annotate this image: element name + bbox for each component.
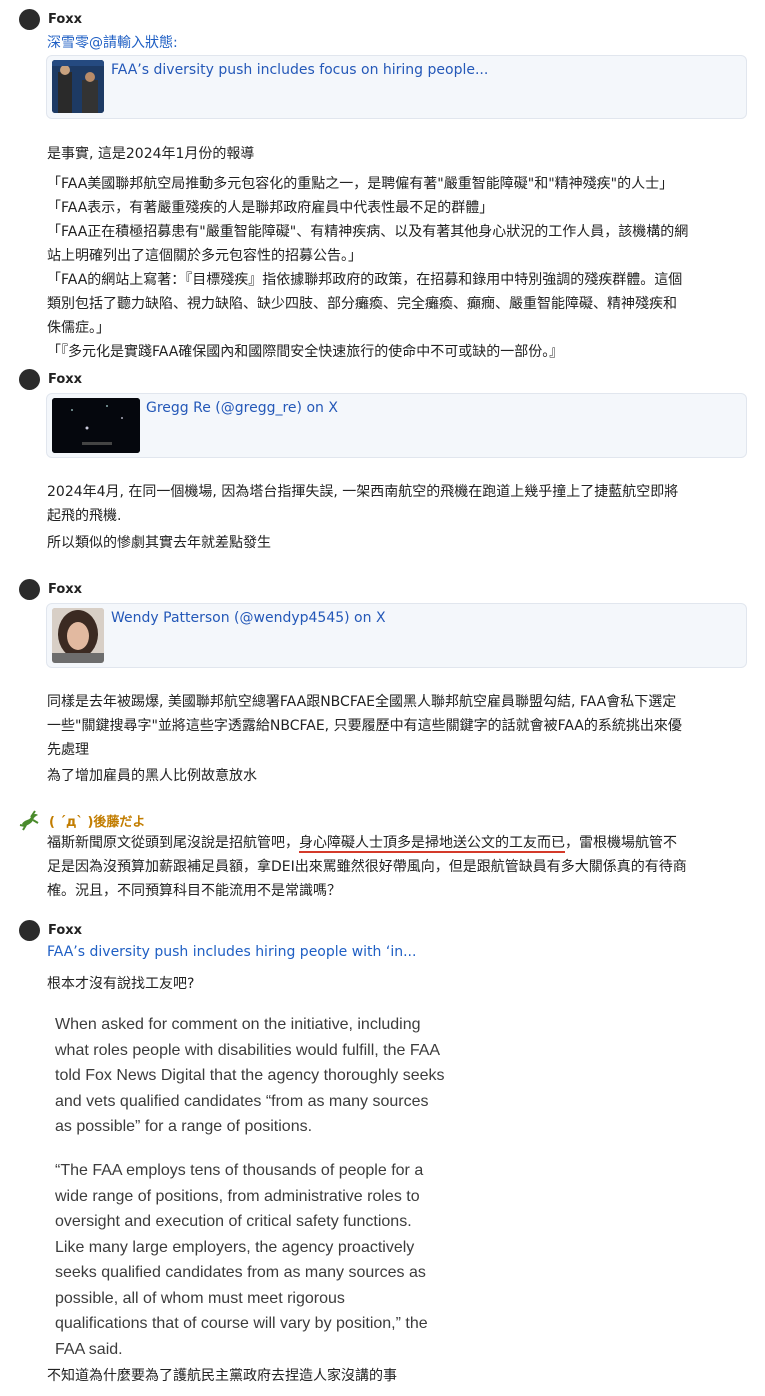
post-body-line: 不知道為什麼要為了護航民主黨政府去捏造人家沒講的事 xyxy=(47,1364,747,1388)
link-preview-card[interactable]: Gregg Re (@gregg_re) on X xyxy=(46,393,747,458)
text-line: 侏儒症。」 xyxy=(47,320,110,336)
text-line: 一些"關鍵搜尋字"並將這些字透露給NBCFAE, 只要履歷中有這些關鍵字的話就會… xyxy=(47,718,682,734)
author-name[interactable]: Foxx xyxy=(48,582,82,597)
post-header: Foxx xyxy=(19,368,82,390)
text-line: 「FAA的網站上寫著：『目標殘疾』指依據聯邦政府的政策，在招募和錄用中特別強調的… xyxy=(47,272,683,288)
highlighted-text: 身心障礙人士頂多是掃地送公文的工友而已 xyxy=(299,835,565,853)
text-segment: 福斯新聞原文從頭到尾沒說是招航管吧， xyxy=(47,835,299,851)
text-line: 2024年4月, 在同一個機場, 因為塔台指揮失誤, 一架西南航空的飛機在跑道上… xyxy=(47,484,679,500)
excerpt-line: “The FAA employs tens of thousands of pe… xyxy=(55,1162,424,1179)
text-line: 榷。況且，不同預算科目不能流用不是常識嗎？ xyxy=(47,883,341,899)
text-line: 類別包括了聽力缺陷、視力缺陷、缺少四肢、部分癱瘓、完全癱瘓、癲癇、嚴重智能障礙、… xyxy=(47,296,677,312)
text-line: 福斯新聞原文從頭到尾沒說是招航管吧，身心障礙人士頂多是掃地送公文的工友而已，雷根… xyxy=(47,831,747,855)
post-header: ( ´д` )後藤だよ xyxy=(19,809,145,831)
text-line: 起飛的飛機. xyxy=(47,508,122,524)
excerpt-line: wide range of positions, from administra… xyxy=(55,1187,420,1205)
text-line: 同樣是去年被踢爆, 美國聯邦航空總署FAA跟NBCFAE全國黑人聯邦航空雇員聯盟… xyxy=(47,694,677,710)
thumbnail-image xyxy=(52,60,104,113)
author-name[interactable]: ( ´д` )後藤だよ xyxy=(49,811,145,830)
quoted-excerpt-image: “The FAA employs tens of thousands of pe… xyxy=(55,1158,485,1362)
excerpt-line: FAA said. xyxy=(55,1340,123,1358)
text-line: 「FAA正在積極招募患有"嚴重智能障礙"、有精神疾病、以及有著其他身心狀況的工作… xyxy=(47,224,689,240)
lizard-avatar-icon[interactable] xyxy=(19,809,41,831)
text-line: 「『多元化是實踐FAA確保國內和國際間安全快速旅行的使命中不可或缺的一部份。』 xyxy=(47,344,564,360)
text-line: 是事實, 這是2024年1月份的報導 xyxy=(47,146,255,162)
post-body: 同樣是去年被踢爆, 美國聯邦航空總署FAA跟NBCFAE全國黑人聯邦航空雇員聯盟… xyxy=(47,690,747,762)
excerpt-line: seeks qualified candidates from as many … xyxy=(55,1264,426,1281)
text-line: 「FAA表示，有著嚴重殘疾的人是聯邦政府雇員中代表性最不足的群體」 xyxy=(47,200,494,216)
article-link[interactable]: FAA’s diversity push includes hiring peo… xyxy=(47,944,416,960)
post-body-line: 所以類似的慘劇其實去年就差點發生 xyxy=(47,531,747,555)
card-title[interactable]: Wendy Patterson (@wendyp4545) on X xyxy=(111,610,386,626)
link-preview-card[interactable]: Wendy Patterson (@wendyp4545) on X xyxy=(46,603,747,668)
text-line: 先處理 xyxy=(47,742,89,758)
text-line: 站上明確列出了這個關於多元包容性的招募公告。」 xyxy=(47,248,362,264)
card-title[interactable]: Gregg Re (@gregg_re) on X xyxy=(146,400,338,416)
quote-reference-link[interactable]: 深雪零@請輸入狀態: xyxy=(47,32,178,52)
quoted-report: 「FAA美國聯邦航空局推動多元包容化的重點之一，是聘僱有著"嚴重智能障礙"和"精… xyxy=(47,172,747,364)
post-body-line: 根本才沒有說找工友吧? xyxy=(47,972,747,996)
text-line: 為了增加雇員的黑人比例故意放水 xyxy=(47,768,257,784)
text-line: 足是因為沒預算加薪跟補足員額，拿DEI出來罵雖然很好帶風向，但是跟航管缺員有多大… xyxy=(47,859,687,875)
excerpt-line: Like many large employers, the agency pr… xyxy=(55,1238,415,1256)
avatar[interactable] xyxy=(19,8,40,30)
author-name[interactable]: Foxx xyxy=(48,372,82,387)
author-name[interactable]: Foxx xyxy=(48,923,82,938)
post-body-line: 為了增加雇員的黑人比例故意放水 xyxy=(47,764,747,788)
video-thumbnail xyxy=(52,398,140,453)
quoted-excerpt-image: When asked for comment on the initiative… xyxy=(55,1012,485,1140)
post-header: Foxx xyxy=(19,8,82,30)
excerpt-line: as possible” for a range of positions. xyxy=(55,1118,313,1135)
avatar[interactable] xyxy=(19,368,40,390)
excerpt-line: qualifications that of course will vary … xyxy=(55,1315,428,1332)
author-name[interactable]: Foxx xyxy=(48,12,82,27)
text-segment: ，雷根機場航管不 xyxy=(565,835,677,851)
avatar[interactable] xyxy=(19,578,40,600)
text-line: 所以類似的慘劇其實去年就差點發生 xyxy=(47,535,271,551)
text-line: 不知道為什麼要為了護航民主黨政府去捏造人家沒講的事 xyxy=(47,1368,397,1384)
post-body: 福斯新聞原文從頭到尾沒說是招航管吧，身心障礙人士頂多是掃地送公文的工友而已，雷根… xyxy=(47,831,747,903)
text-line: 「FAA美國聯邦航空局推動多元包容化的重點之一，是聘僱有著"嚴重智能障礙"和"精… xyxy=(47,176,674,192)
excerpt-line: oversight and execution of critical safe… xyxy=(55,1213,412,1230)
post-body: 是事實, 這是2024年1月份的報導 xyxy=(47,142,747,166)
excerpt-line: possible, all of whom must meet rigorous xyxy=(55,1289,345,1307)
post-body: 2024年4月, 在同一個機場, 因為塔台指揮失誤, 一架西南航空的飛機在跑道上… xyxy=(47,480,747,528)
excerpt-line: and vets qualified candidates “from as m… xyxy=(55,1092,429,1110)
post-header: Foxx xyxy=(19,578,82,600)
excerpt-line: what roles people with disabilities woul… xyxy=(55,1041,441,1059)
excerpt-line: told Fox News Digital that the agency th… xyxy=(55,1067,445,1084)
card-title[interactable]: FAA’s diversity push includes focus on h… xyxy=(111,62,488,78)
excerpt-line: When asked for comment on the initiative… xyxy=(55,1016,421,1033)
avatar[interactable] xyxy=(19,919,40,941)
profile-thumbnail xyxy=(52,608,104,663)
text-line: 根本才沒有說找工友吧? xyxy=(47,976,195,992)
post-header: Foxx xyxy=(19,919,82,941)
link-preview-card[interactable]: FAA’s diversity push includes focus on h… xyxy=(46,55,747,119)
